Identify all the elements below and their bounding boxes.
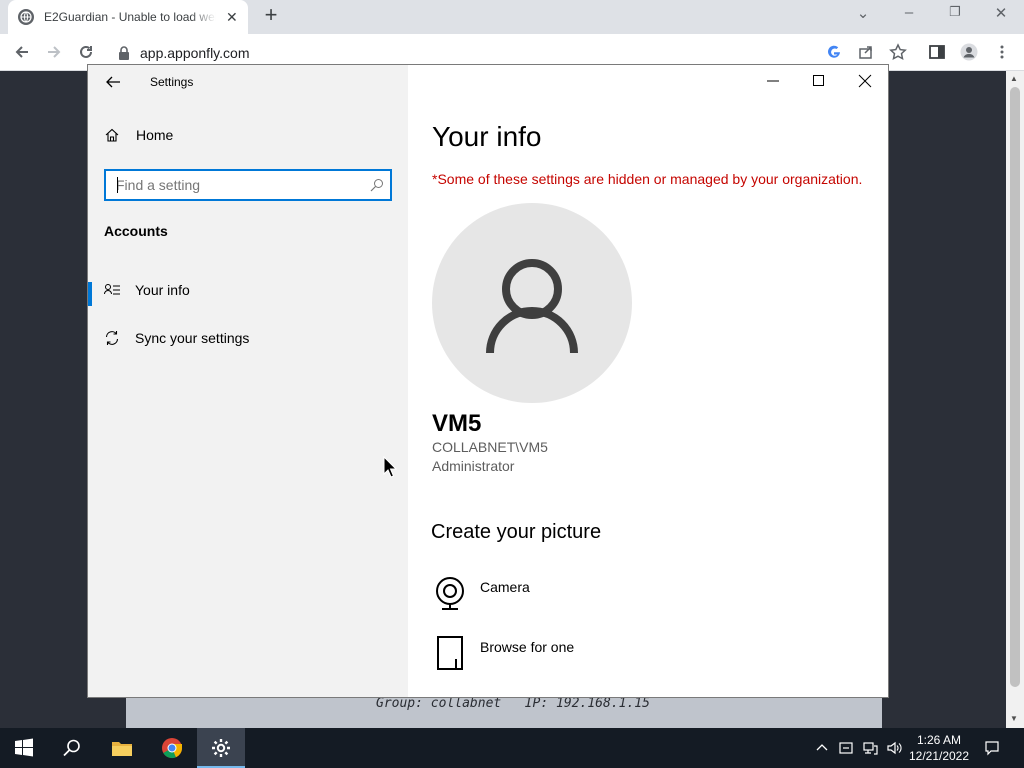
sidebar-item-your-info[interactable]: Your info (88, 270, 408, 310)
user-avatar-icon (486, 259, 578, 353)
search-icon[interactable] (370, 178, 384, 192)
volume-icon[interactable] (884, 738, 904, 758)
taskbar: 1:26 AM 12/21/2022 (0, 728, 1024, 768)
new-tab-button[interactable]: + (259, 4, 283, 28)
sync-icon (105, 331, 119, 345)
page-title: Your info (432, 121, 542, 152)
sidebar-item-label: Sync your settings (135, 330, 250, 346)
home-label: Home (136, 127, 174, 143)
browse-option[interactable]: Browse for one (434, 635, 574, 671)
scroll-up-arrow-icon[interactable]: ▲ (1010, 74, 1018, 83)
sidebar-item-sync[interactable]: Sync your settings (88, 318, 408, 358)
notification-icon[interactable] (982, 738, 1002, 758)
chrome-icon (162, 738, 183, 759)
home-nav-item[interactable]: Home (104, 127, 173, 143)
more-menu-icon[interactable] (990, 40, 1014, 64)
selection-indicator (88, 282, 92, 306)
tab-strip: E2Guardian - Unable to load web page ✕ +… (0, 0, 1024, 34)
avatar (432, 203, 632, 403)
clock-time: 1:26 AM (916, 733, 962, 747)
app-title: Settings (150, 75, 194, 89)
settings-main: Your info *Some of these settings are hi… (408, 65, 888, 697)
create-picture-heading: Create your picture (431, 521, 602, 543)
option-label: Camera (480, 579, 530, 595)
close-icon (858, 74, 872, 88)
tab-title: E2Guardian - Unable to load web page (44, 10, 216, 24)
google-icon[interactable] (822, 40, 846, 64)
forward-arrow-icon[interactable] (42, 40, 66, 64)
file-explorer-button[interactable] (98, 728, 146, 768)
mouse-pointer-icon (383, 456, 397, 478)
share-icon[interactable] (854, 40, 878, 64)
sidebar-item-label: Your info (135, 282, 190, 298)
scroll-down-arrow-icon[interactable]: ▼ (1010, 714, 1018, 723)
chrome-button[interactable] (148, 728, 196, 768)
settings-window: Settings Home Accounts Your info Sync yo… (88, 65, 888, 697)
browser-tab[interactable]: E2Guardian - Unable to load web page ✕ (8, 0, 248, 34)
tab-search-icon[interactable]: ⌄ (851, 4, 875, 22)
url-text: app.apponfly.com (140, 44, 250, 61)
globe-icon (18, 9, 34, 25)
security-icon[interactable] (836, 738, 856, 758)
user-name: VM5 (432, 410, 482, 437)
option-label: Browse for one (480, 639, 575, 655)
folder-icon (112, 742, 132, 756)
group-ip-text: Group: collabnet IP: 192.168.1.15 (376, 696, 650, 711)
clock-date: 12/21/2022 (908, 749, 970, 763)
search-settings-field[interactable] (104, 169, 392, 201)
home-icon (105, 128, 119, 142)
profile-avatar-icon[interactable] (957, 40, 981, 64)
bookmark-star-icon[interactable] (886, 40, 910, 64)
clock[interactable]: 1:26 AM 12/21/2022 (904, 732, 974, 764)
back-arrow-icon[interactable] (10, 40, 34, 64)
maximize-icon (813, 75, 824, 86)
search-icon (63, 739, 80, 757)
gear-icon (212, 739, 230, 757)
managed-notice: *Some of these settings are hidden or ma… (432, 171, 863, 187)
settings-taskbar-button[interactable] (197, 728, 245, 768)
network-icon[interactable] (860, 738, 880, 758)
person-list-icon (104, 284, 120, 295)
user-account: COLLABNET\VM5 (432, 439, 548, 455)
reload-icon[interactable] (74, 40, 98, 64)
file-icon (437, 636, 463, 670)
tab-close-icon[interactable]: ✕ (226, 9, 238, 26)
page-scrollbar[interactable]: ▲ ▼ (1006, 71, 1024, 728)
address-bar[interactable]: app.apponfly.com (108, 38, 918, 67)
chevron-up-icon[interactable] (812, 738, 832, 758)
maximize-button[interactable] (804, 69, 834, 93)
restore-browser-button[interactable]: ❐ (943, 4, 967, 20)
camera-option[interactable]: Camera (434, 575, 530, 611)
back-arrow-icon[interactable] (104, 73, 122, 91)
lock-icon (119, 45, 129, 60)
user-role: Administrator (432, 458, 515, 474)
windows-logo-icon (15, 738, 33, 757)
side-panel-icon[interactable] (925, 40, 949, 64)
scrollbar-thumb[interactable] (1010, 87, 1020, 687)
text-caret (117, 177, 118, 193)
accounts-heading: Accounts (104, 223, 168, 239)
search-input[interactable] (116, 177, 366, 193)
minimize-button[interactable] (758, 69, 788, 93)
camera-icon (436, 577, 464, 610)
close-browser-button[interactable]: ✕ (989, 4, 1013, 22)
minimize-browser-button[interactable]: – (897, 4, 921, 21)
close-button[interactable] (850, 69, 880, 93)
start-button[interactable] (0, 728, 48, 768)
minimize-icon (767, 80, 779, 82)
settings-sidebar: Settings Home Accounts Your info Sync yo… (88, 65, 408, 697)
search-taskbar-button[interactable] (48, 728, 96, 768)
